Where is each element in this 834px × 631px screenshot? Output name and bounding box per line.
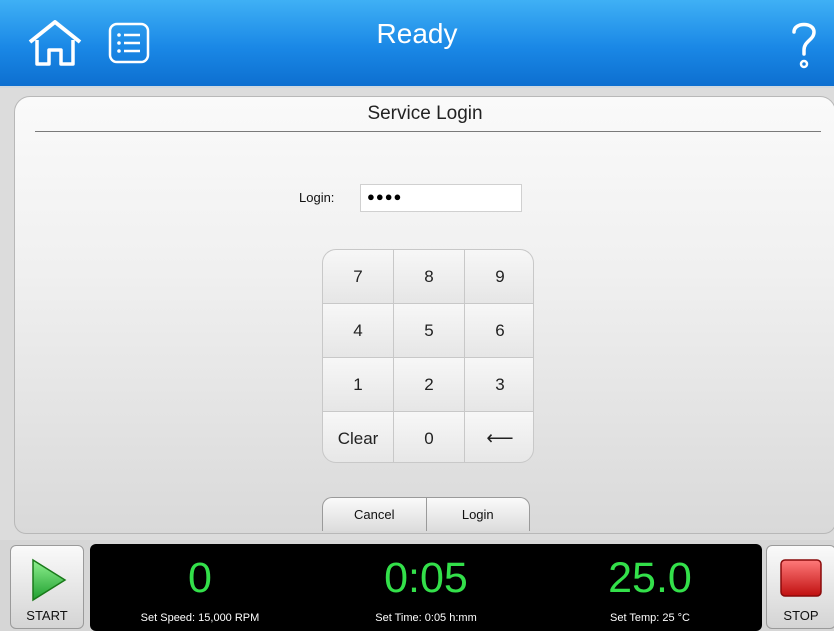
help-icon [792,22,816,69]
key-2[interactable]: 2 [394,358,464,411]
key-4[interactable]: 4 [323,304,393,357]
title-divider [35,131,821,132]
temp-value: 25.0 [608,554,692,602]
cancel-button[interactable]: Cancel [322,497,427,531]
login-button[interactable]: Login [426,497,530,531]
stop-icon [780,559,822,597]
speed-setpoint-label: Set Speed: 15,000 RPM [140,612,260,624]
header-bar: Ready [0,0,834,88]
stop-button[interactable]: STOP [766,545,834,629]
speed-value: 0 [188,554,212,602]
service-login-panel: Service Login Login: ●●●● 7 8 9 4 5 6 1 … [14,96,834,534]
key-3[interactable]: 3 [465,358,533,411]
help-button[interactable] [784,16,824,72]
status-title: Ready [376,18,458,49]
panel-title: Service Login [367,103,483,124]
key-6[interactable]: 6 [465,304,533,357]
run-display: 0 Set Speed: 15,000 RPM 0:05 Set Time: 0… [90,544,762,631]
temp-setpoint-label: Set Temp: 25 °C [609,612,690,624]
start-button[interactable]: START [10,545,84,629]
dialog-buttons: Cancel Login [322,497,530,531]
login-field[interactable]: ●●●● [360,184,522,212]
time-setpoint-label: Set Time: 0:05 h:mm [375,612,477,624]
backspace-key[interactable]: ⟵ [465,412,533,462]
key-1[interactable]: 1 [323,358,393,411]
key-8[interactable]: 8 [394,250,464,303]
start-label: START [26,608,68,623]
numeric-keypad: 7 8 9 4 5 6 1 2 3 Clear 0 ⟵ [322,249,534,463]
play-icon [32,558,67,602]
key-0[interactable]: 0 [394,412,464,462]
key-5[interactable]: 5 [394,304,464,357]
key-7[interactable]: 7 [323,250,393,303]
backspace-icon: ⟵ [486,428,514,449]
login-label: Login: [299,190,335,205]
stop-label: STOP [783,608,819,623]
key-9[interactable]: 9 [465,250,533,303]
clear-key[interactable]: Clear [323,412,393,462]
time-value: 0:05 [384,554,468,602]
